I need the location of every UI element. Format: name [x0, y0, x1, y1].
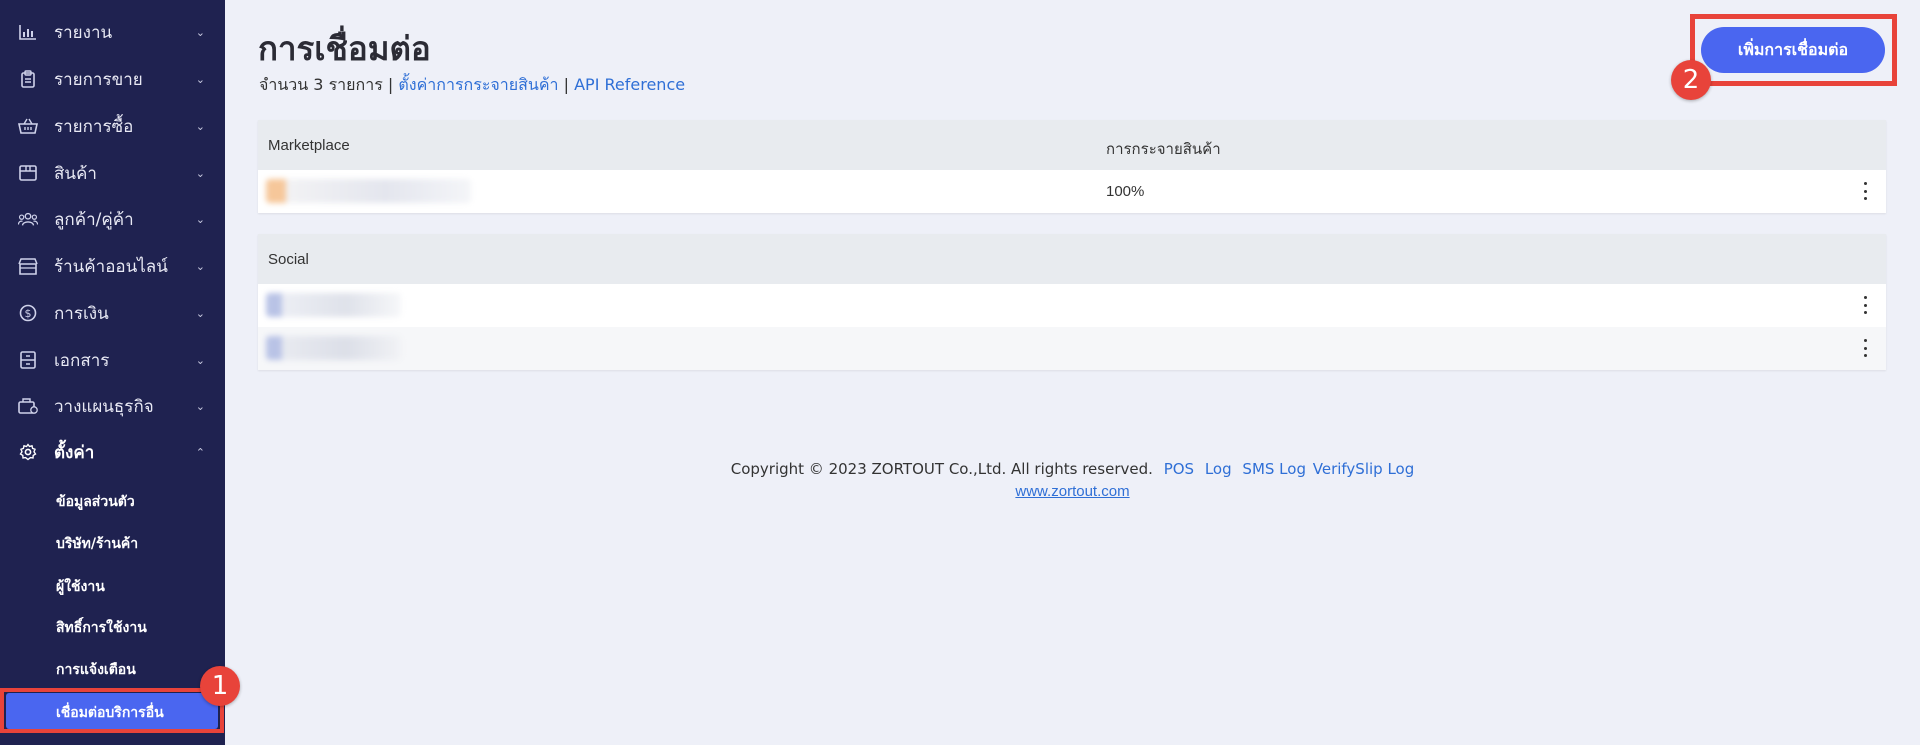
- chevron-down-icon: ⌄: [195, 307, 205, 320]
- page-title: การเชื่อมต่อ: [258, 29, 431, 68]
- sidebar-item-documents[interactable]: เอกสาร ⌄: [0, 340, 225, 380]
- distribution-percent: 100%: [1106, 183, 1145, 200]
- settings-sub-permissions[interactable]: สิทธิ์การใช้งาน: [56, 617, 147, 639]
- archive-icon: [18, 350, 38, 370]
- sidebar-item-purchases[interactable]: รายการซื้อ ⌄: [0, 106, 225, 146]
- record-count: จำนวน 3 รายการ: [259, 75, 383, 94]
- blurred-account-logo: [266, 293, 401, 317]
- blurred-account-logo: [266, 336, 401, 360]
- sidebar-item-label: รายการซื้อ: [54, 116, 134, 137]
- sidebar-item-label: ร้านค้าออนไลน์: [54, 256, 168, 277]
- footer-website: www.zortout.com: [225, 483, 1920, 500]
- sidebar-item-label: เอกสาร: [54, 350, 110, 371]
- chevron-down-icon: ⌄: [195, 73, 205, 86]
- sidebar-item-sales[interactable]: รายการขาย ⌄: [0, 59, 225, 99]
- footer: Copyright © 2023 ZORTOUT Co.,Ltd. All ri…: [225, 460, 1920, 478]
- sidebar-item-label: ตั้งค่า: [54, 442, 95, 463]
- chevron-down-icon: ⌄: [195, 354, 205, 367]
- sidebar-item-label: รายงาน: [54, 22, 113, 43]
- sidebar-item-reports[interactable]: รายงาน ⌄: [0, 12, 225, 52]
- box-icon: [18, 163, 38, 183]
- table-header: Social: [258, 234, 1886, 284]
- footer-link-pos[interactable]: POS: [1164, 460, 1194, 478]
- settings-sub-profile[interactable]: ข้อมูลส่วนตัว: [56, 491, 135, 513]
- sidebar-item-label: ลูกค้า/คู่ค้า: [54, 209, 134, 230]
- sidebar-item-finance[interactable]: $ การเงิน ⌄: [0, 293, 225, 333]
- sidebar-item-label: การเงิน: [54, 303, 109, 324]
- settings-sub-users[interactable]: ผู้ใช้งาน: [56, 576, 105, 598]
- table-row[interactable]: 100%: [258, 170, 1886, 213]
- footer-link-sms-log[interactable]: SMS Log: [1242, 460, 1306, 478]
- table-row[interactable]: [258, 327, 1886, 370]
- chevron-up-icon: ⌃: [195, 446, 205, 459]
- add-connection-button[interactable]: เพิ่มการเชื่อมต่อ: [1701, 27, 1885, 73]
- footer-link-log[interactable]: Log: [1205, 460, 1232, 478]
- separator: |: [563, 75, 570, 94]
- social-table: Social: [258, 234, 1886, 370]
- sidebar-item-settings[interactable]: ตั้งค่า ⌃: [0, 432, 225, 472]
- footer-link-verifyslip-log[interactable]: VerifySlip Log: [1313, 460, 1415, 478]
- table-row[interactable]: [258, 284, 1886, 327]
- chevron-down-icon: ⌄: [195, 260, 205, 273]
- sidebar-item-customers[interactable]: ลูกค้า/คู่ค้า ⌄: [0, 199, 225, 239]
- step-badge-1: 1: [200, 666, 240, 706]
- column-header-distribution: การกระจายสินค้า: [1106, 141, 1221, 158]
- sidebar: รายงาน ⌄ รายการขาย ⌄ รายการซื้อ ⌄ สินค้า…: [0, 0, 225, 745]
- sidebar-item-label: รายการขาย: [54, 69, 143, 90]
- more-options-icon[interactable]: [1862, 339, 1868, 357]
- sidebar-item-label: วางแผนธุรกิจ: [54, 396, 154, 417]
- gear-icon: [18, 442, 38, 462]
- more-options-icon[interactable]: [1862, 182, 1868, 200]
- chevron-down-icon: ⌄: [195, 213, 205, 226]
- settings-sub-notifications[interactable]: การแจ้งเตือน: [56, 659, 136, 681]
- chevron-down-icon: ⌄: [195, 400, 205, 413]
- copyright-text: Copyright © 2023 ZORTOUT Co.,Ltd. All ri…: [730, 460, 1153, 478]
- column-header-marketplace: Marketplace: [268, 137, 350, 154]
- api-reference-link[interactable]: API Reference: [574, 75, 685, 94]
- step-badge-2: 2: [1671, 60, 1711, 100]
- settings-sub-company[interactable]: บริษัท/ร้านค้า: [56, 533, 138, 555]
- chevron-down-icon: ⌄: [195, 167, 205, 180]
- column-header-social: Social: [268, 251, 309, 268]
- svg-text:$: $: [25, 307, 32, 320]
- separator: |: [387, 75, 394, 94]
- highlight-box-integrations: [0, 688, 224, 733]
- basket-icon: [18, 116, 38, 136]
- users-icon: [18, 209, 38, 229]
- dollar-circle-icon: $: [18, 303, 38, 323]
- sidebar-item-business-plan[interactable]: วางแผนธุรกิจ ⌄: [0, 386, 225, 426]
- briefcase-icon: [18, 396, 38, 416]
- sidebar-item-label: สินค้า: [54, 163, 97, 184]
- more-options-icon[interactable]: [1862, 296, 1868, 314]
- table-header: Marketplace การกระจายสินค้า: [258, 120, 1886, 170]
- clipboard-icon: [18, 69, 38, 89]
- sidebar-item-products[interactable]: สินค้า ⌄: [0, 153, 225, 193]
- blurred-shop-logo: [266, 179, 471, 203]
- chevron-down-icon: ⌄: [195, 26, 205, 39]
- chevron-down-icon: ⌄: [195, 120, 205, 133]
- bar-chart-icon: [18, 22, 38, 42]
- website-link[interactable]: www.zortout.com: [1015, 483, 1129, 500]
- store-icon: [18, 256, 38, 276]
- marketplace-table: Marketplace การกระจายสินค้า 100%: [258, 120, 1886, 213]
- page-subline: จำนวน 3 รายการ | ตั้งค่าการกระจายสินค้า …: [259, 73, 685, 98]
- distribution-settings-link[interactable]: ตั้งค่าการกระจายสินค้า: [398, 75, 558, 94]
- sidebar-item-online-store[interactable]: ร้านค้าออนไลน์ ⌄: [0, 246, 225, 286]
